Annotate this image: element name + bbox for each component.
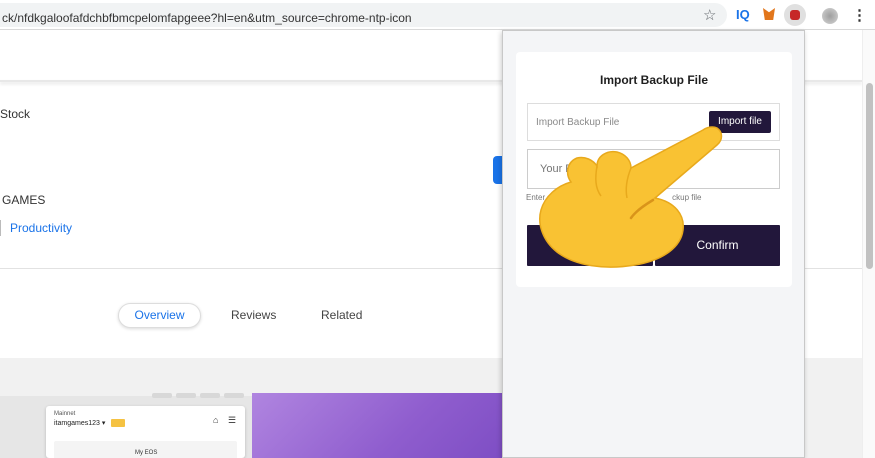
avatar[interactable] xyxy=(822,8,838,24)
metamask-fox-icon[interactable] xyxy=(763,8,775,20)
gallery-dot[interactable] xyxy=(176,393,196,398)
more-vert-icon[interactable]: ⋮ xyxy=(852,6,867,24)
chevron-down-icon: ▾ xyxy=(101,420,106,427)
panel-title: Import Backup File xyxy=(599,73,709,87)
account-name-text: itamgames123 xyxy=(54,420,100,427)
menu-icon: ☰ xyxy=(228,415,237,425)
url-text[interactable]: ck/nfdkgaloofafdchbfbmcpelomfapgeee?hl=e… xyxy=(2,11,412,25)
account-name: itamgames123 ▾ xyxy=(54,419,105,427)
tab-related[interactable]: Related xyxy=(321,308,362,322)
gallery-dot[interactable] xyxy=(224,393,244,398)
home-icon: ⌂ xyxy=(213,415,219,425)
category-link[interactable]: Productivity xyxy=(10,221,72,235)
network-label: Mainnet xyxy=(54,411,76,417)
gallery-dots xyxy=(152,393,248,399)
separator xyxy=(0,220,1,236)
extension-icon[interactable] xyxy=(784,4,806,26)
browser-toolbar: ck/nfdkgaloofafdchbfbmcpelomfapgeee?hl=e… xyxy=(0,0,875,30)
extension-iq-icon[interactable]: IQ xyxy=(736,7,750,22)
star-icon[interactable]: ☆ xyxy=(703,6,716,24)
gallery-dot[interactable] xyxy=(152,393,172,398)
tab-overview[interactable]: Overview xyxy=(118,303,201,328)
account-badge xyxy=(111,419,125,427)
scrollbar-thumb[interactable] xyxy=(866,83,873,269)
app-window: ck/nfdkgaloofafdchbfbmcpelomfapgeee?hl=e… xyxy=(0,0,875,458)
my-eos-label: My EOS xyxy=(135,450,158,456)
stock-text: Stock xyxy=(0,107,31,121)
promo-banner[interactable] xyxy=(252,393,502,458)
address-bar[interactable]: ck/nfdkgaloofafdchbfbmcpelomfapgeee?hl=e… xyxy=(0,3,727,27)
games-text: GAMES xyxy=(2,193,46,207)
gallery-dot[interactable] xyxy=(200,393,220,398)
pointing-hand-icon xyxy=(539,126,723,268)
tab-reviews[interactable]: Reviews xyxy=(231,308,276,322)
